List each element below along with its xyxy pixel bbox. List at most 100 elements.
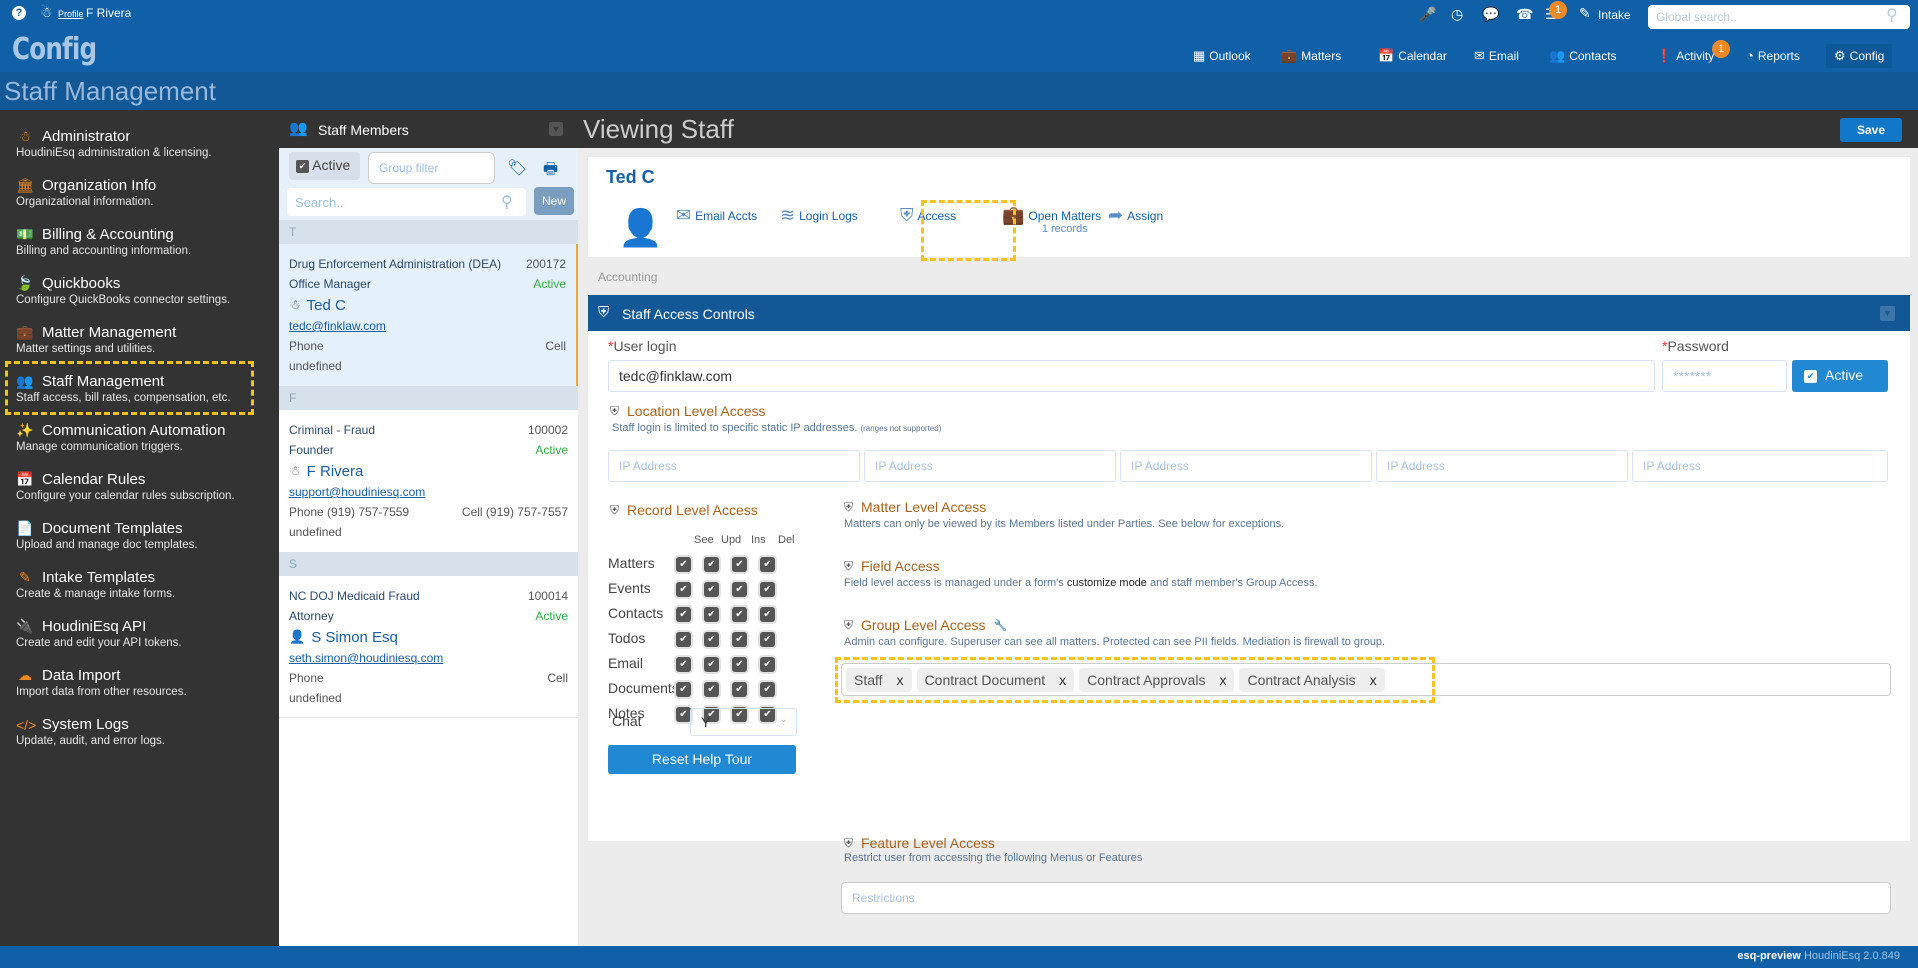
perm-checkbox-ins[interactable]: ✔ xyxy=(732,557,747,572)
staff-name[interactable]: S Simon Esq xyxy=(311,629,398,646)
perm-checkbox-del[interactable]: ✔ xyxy=(760,557,775,572)
nav-contacts[interactable]: 👥 Contacts xyxy=(1549,48,1617,64)
collapse-icon[interactable]: ▼ xyxy=(1880,306,1895,321)
perm-checkbox-del[interactable]: ✔ xyxy=(760,632,775,647)
perm-checkbox-see[interactable]: ✔ xyxy=(676,682,691,697)
perm-checkbox-ins[interactable]: ✔ xyxy=(732,657,747,672)
perm-checkbox-see[interactable]: ✔ xyxy=(676,557,691,572)
perm-checkbox-del[interactable]: ✔ xyxy=(760,582,775,597)
user-secret-icon: ☃ xyxy=(40,4,53,20)
staff-email[interactable]: seth.simon@houdiniesq.com xyxy=(289,651,443,665)
nav-outlook[interactable]: ▦ Outlook xyxy=(1193,48,1251,64)
ip-address-input-4[interactable] xyxy=(1376,450,1628,482)
staff-search-input[interactable] xyxy=(287,188,526,216)
perm-checkbox-upd[interactable]: ✔ xyxy=(704,657,719,672)
staff-email[interactable]: support@houdiniesq.com xyxy=(289,485,425,499)
profile-link[interactable]: Profile xyxy=(58,9,84,19)
staff-name[interactable]: Ted C xyxy=(307,297,346,314)
perm-checkbox-ins[interactable]: ✔ xyxy=(732,607,747,622)
accounting-label: Accounting xyxy=(598,270,658,284)
nav-reports[interactable]: ◔ Reports xyxy=(1746,48,1800,63)
sidebar-item-system-logs[interactable]: </> System Logs Update, audit, and error l… xyxy=(16,716,266,747)
staff-card[interactable]: Drug Enforcement Administration (DEA) 200… xyxy=(279,244,578,390)
perm-checkbox-upd[interactable]: ✔ xyxy=(704,557,719,572)
perm-checkbox-ins[interactable]: ✔ xyxy=(732,582,747,597)
calendar-icon: 📅 xyxy=(1378,48,1395,63)
nav-activity[interactable]: ❗ Activity xyxy=(1656,48,1714,64)
ip-address-input-2[interactable] xyxy=(864,450,1116,482)
sidebar-item-matter-management[interactable]: 💼 Matter Management Matter settings and ut… xyxy=(16,324,266,355)
tab-login-logs[interactable]: ≋ Login Logs xyxy=(780,205,858,226)
perm-checkbox-upd[interactable]: ✔ xyxy=(704,582,719,597)
nav-matters[interactable]: 💼 Matters xyxy=(1281,48,1341,64)
ip-address-input-3[interactable] xyxy=(1120,450,1372,482)
shield-icon: ⛨ xyxy=(844,499,854,514)
customize-mode-link[interactable]: customize mode xyxy=(1067,577,1147,589)
nav-config[interactable]: ⚙ Config xyxy=(1826,44,1893,68)
staff-card[interactable]: Criminal - Fraud 100002 Founder Active ☃ F … xyxy=(279,410,578,552)
microphone-icon[interactable]: 🎤 xyxy=(1419,6,1436,23)
perm-checkbox-ins[interactable]: ✔ xyxy=(732,632,747,647)
reset-help-tour-button[interactable]: Reset Help Tour xyxy=(608,745,796,774)
staff-card[interactable]: NC DOJ Medicaid Fraud 100014 Attorney Acti… xyxy=(279,576,578,718)
staff-email[interactable]: tedc@finklaw.com xyxy=(289,319,386,333)
staff-name[interactable]: F Rivera xyxy=(307,463,364,480)
sidebar-item-communication-automation[interactable]: ✨ Communication Automation Manage communic… xyxy=(16,422,266,453)
tab-email-accts[interactable]: ✉ Email Accts xyxy=(676,205,757,226)
sidebar-item-desc: Create & manage intake forms. xyxy=(16,588,176,600)
perm-checkbox-upd[interactable]: ✔ xyxy=(704,632,719,647)
active-toggle[interactable]: ✔ Active xyxy=(1792,360,1888,392)
perm-checkbox-see[interactable]: ✔ xyxy=(676,582,691,597)
perm-checkbox-del[interactable]: ✔ xyxy=(760,657,775,672)
sidebar-item-api[interactable]: 🔌 HoudiniEsq API Create and edit your API … xyxy=(16,618,266,649)
nav-email[interactable]: ✉ Email xyxy=(1474,48,1519,64)
sidebar-item-quickbooks[interactable]: 🍃 Quickbooks Configure QuickBooks connecto… xyxy=(16,275,266,306)
group-filter-input[interactable] xyxy=(368,152,495,184)
sidebar-item-administrator[interactable]: ☃ Administrator HoudiniEsq administration … xyxy=(16,128,266,159)
perm-checkbox-del[interactable]: ✔ xyxy=(760,682,775,697)
perm-checkbox-upd[interactable]: ✔ xyxy=(704,682,719,697)
tags-icon[interactable]: 🏷 xyxy=(507,158,527,178)
search-icon[interactable]: ⚲ xyxy=(1886,5,1898,25)
user-secret-icon: ☃ xyxy=(289,297,301,312)
tab-assign[interactable]: ➦ Assign xyxy=(1108,205,1163,226)
search-icon[interactable]: ⚲ xyxy=(501,192,513,212)
sidebar-item-calendar-rules[interactable]: 📅 Calendar Rules Configure your calendar r… xyxy=(16,471,266,502)
ip-address-input-5[interactable] xyxy=(1632,450,1888,482)
nav-calendar[interactable]: 📅 Calendar xyxy=(1378,48,1447,64)
highlight-box xyxy=(835,657,1435,703)
intake-link[interactable]: Intake xyxy=(1598,8,1631,22)
user-login-input[interactable] xyxy=(608,360,1655,392)
sidebar-item-data-import[interactable]: ☁ Data Import Import data from other resou… xyxy=(16,667,266,698)
help-icon[interactable]: ? xyxy=(12,6,26,20)
tab-label: Open Matters xyxy=(1028,209,1102,223)
save-button[interactable]: Save xyxy=(1840,118,1902,142)
wrench-icon[interactable]: 🔧 xyxy=(994,619,1008,632)
sidebar-item-organization-info[interactable]: 🏛 Organization Info Organizational informa… xyxy=(16,177,266,208)
tab-open-matters[interactable]: 💼 Open Matters 1 records xyxy=(1002,205,1102,235)
perm-checkbox-see[interactable]: ✔ xyxy=(676,707,691,722)
active-filter-toggle[interactable]: ✔ Active xyxy=(289,152,360,180)
password-input[interactable] xyxy=(1662,360,1787,392)
collapse-icon[interactable]: ▼ xyxy=(549,122,563,136)
perm-checkbox-see[interactable]: ✔ xyxy=(676,657,691,672)
new-staff-button[interactable]: New xyxy=(534,187,574,215)
perm-checkbox-del[interactable]: ✔ xyxy=(760,607,775,622)
staff-list-header: 👥 Staff Members ▼ xyxy=(279,110,578,148)
chat-select[interactable]: Y ⌄ xyxy=(690,708,797,736)
perm-checkbox-see[interactable]: ✔ xyxy=(676,607,691,622)
staff-extra: undefined xyxy=(289,525,342,539)
sidebar-item-intake-templates[interactable]: ✎ Intake Templates Create & manage intake … xyxy=(16,569,266,600)
sidebar-item-document-templates[interactable]: 📄 Document Templates Upload and manage doc… xyxy=(16,520,266,551)
sidebar-item-billing[interactable]: 💵 Billing & Accounting Billing and account… xyxy=(16,226,266,257)
perm-checkbox-ins[interactable]: ✔ xyxy=(732,682,747,697)
perm-checkbox-see[interactable]: ✔ xyxy=(676,632,691,647)
clock-icon[interactable]: ◷ xyxy=(1451,6,1463,23)
restrictions-input[interactable] xyxy=(841,882,1891,914)
print-icon[interactable]: 🖶 xyxy=(543,158,558,185)
chat-icon[interactable]: 💬 xyxy=(1482,6,1499,23)
phone-icon[interactable]: ☎ xyxy=(1516,6,1533,23)
ip-address-input-1[interactable] xyxy=(608,450,860,482)
perm-checkbox-upd[interactable]: ✔ xyxy=(704,607,719,622)
global-search-input[interactable] xyxy=(1648,5,1910,29)
